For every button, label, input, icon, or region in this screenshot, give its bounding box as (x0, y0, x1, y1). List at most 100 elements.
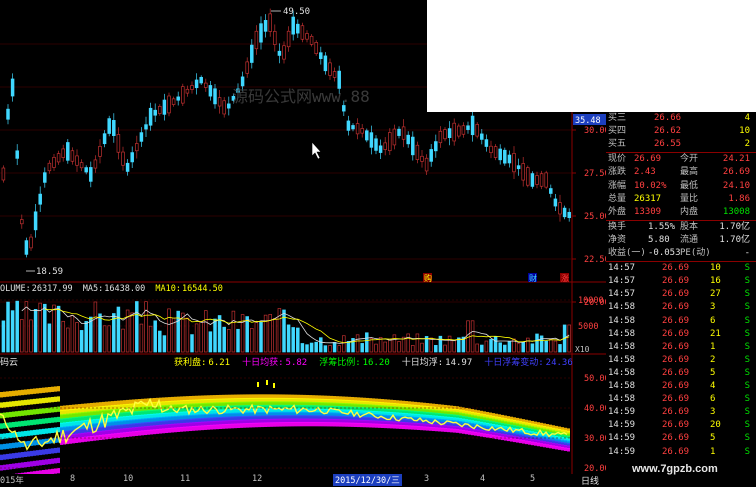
order-book-row[interactable]: 买三 26.66 4 (606, 112, 756, 125)
tick-row[interactable]: 14:58 26.69 4 S (606, 380, 756, 393)
chip-band-cell (531, 441, 534, 446)
tick-row[interactable]: 14:58 26.69 6 S (606, 315, 756, 328)
tick-row[interactable]: 14:57 26.69 16 S (606, 275, 756, 288)
tick-row[interactable]: 14:57 26.69 27 S (606, 288, 756, 301)
candle-body (484, 139, 489, 147)
chip-band-cell (360, 422, 363, 428)
time-axis-label: 5 (530, 474, 536, 484)
tick-direction: S (744, 315, 750, 326)
chip-band-cell (48, 407, 51, 413)
candle-body (562, 207, 567, 218)
order-level-label: 买三 (608, 113, 627, 123)
event-marker-buy[interactable]: 购 (424, 273, 432, 283)
chip-band-cell (15, 411, 18, 417)
order-book-row[interactable]: 买四 26.62 10 (606, 125, 756, 138)
fundamental-row[interactable]: 净资 5.80 流通 1.70亿 (606, 234, 756, 247)
tick-row[interactable]: 14:57 26.69 10 S (606, 262, 756, 275)
quote-stat-row[interactable]: 总量 26317 量比 1.86 (606, 193, 756, 206)
chip-band-cell (27, 389, 30, 395)
period-selector[interactable]: 日线 (581, 474, 599, 487)
chip-band-cell (558, 446, 561, 450)
order-price: 26.66 (654, 113, 682, 123)
candle-body (167, 95, 171, 114)
volume-bar (245, 316, 249, 353)
volume-bar (406, 333, 410, 353)
tick-row[interactable]: 14:58 26.69 2 S (606, 354, 756, 367)
tick-time: 14:59 (608, 407, 636, 418)
chip-band-cell (240, 423, 243, 428)
volume-bar (199, 321, 203, 353)
tick-volume: 1 (710, 341, 716, 352)
candle-body (158, 105, 162, 114)
candle-body (351, 125, 355, 130)
chip-band-cell (102, 434, 105, 440)
chip-band-cell (282, 422, 285, 427)
tick-row[interactable]: 14:58 26.69 6 S (606, 393, 756, 406)
chip-band-cell (33, 460, 36, 467)
chip-band-cell (9, 463, 12, 470)
tick-row[interactable]: 14:58 26.69 21 S (606, 328, 756, 341)
volume-bar (194, 323, 199, 353)
tick-price: 26.69 (662, 263, 690, 274)
quote-stat-row[interactable]: 涨幅 10.02% 最低 24.10 (606, 180, 756, 193)
chip-band-cell (135, 430, 138, 436)
tick-direction: S (744, 407, 750, 418)
fundamental-row[interactable]: 换手 1.55% 股本 1.70亿 (606, 221, 756, 234)
order-book-row[interactable]: 买五 26.55 2 (606, 138, 756, 151)
chip-band-cell (264, 422, 267, 427)
chip-band-cell (36, 419, 39, 425)
quote-stat-row[interactable]: 现价 26.69 今开 24.21 (606, 153, 756, 166)
chip-band-cell (375, 423, 378, 428)
volume-bar (296, 327, 300, 353)
fund-value: - (744, 248, 750, 258)
chip-band-cell (27, 409, 30, 416)
volume-bar (346, 341, 351, 353)
candle-body (392, 128, 397, 146)
volume-bar (47, 323, 52, 353)
chip-band-cell (21, 462, 24, 468)
candle-body (79, 162, 84, 169)
volume-bar (116, 306, 121, 353)
chip-band-cell (27, 461, 30, 467)
tick-row[interactable]: 14:59 26.69 1 S (606, 446, 756, 459)
quote-stat-row[interactable]: 外盘 13309 内盘 13008 (606, 206, 756, 219)
chip-band-cell (387, 424, 390, 429)
candle-body (493, 146, 498, 158)
tick-row[interactable]: 14:59 26.69 3 S (606, 406, 756, 419)
chip-band-cell (0, 423, 3, 429)
volume-bar (392, 334, 397, 353)
tick-row[interactable]: 14:58 26.69 3 S (606, 301, 756, 314)
event-marker-limitup[interactable]: 涨 (561, 273, 569, 283)
chip-band-cell (435, 427, 438, 432)
chip-band-cell (18, 390, 21, 396)
indicator-axis-label: 40.00 (584, 404, 606, 414)
quote-stat-row[interactable]: 涨跌 2.43 最高 26.69 (606, 166, 756, 179)
tick-price: 26.69 (662, 394, 690, 405)
chip-band-cell (24, 461, 27, 468)
tick-volume: 5 (710, 433, 716, 444)
tick-volume: 3 (710, 407, 716, 418)
tick-row[interactable]: 14:58 26.69 5 S (606, 367, 756, 380)
tick-time: 14:58 (608, 394, 636, 405)
chip-band-cell (27, 430, 30, 436)
chip-band-cell (120, 432, 123, 438)
time-axis-label: 11 (180, 474, 191, 484)
tick-row[interactable]: 14:59 26.69 20 S (606, 419, 756, 432)
tick-row[interactable]: 14:59 26.69 5 S (606, 432, 756, 445)
chip-band-cell (354, 422, 357, 427)
chip-band-cell (27, 399, 30, 405)
fundamental-row[interactable]: 收益(一) -0.053 PE(动) - (606, 247, 756, 260)
chip-band-cell (12, 390, 15, 397)
event-marker-finance[interactable]: 财 (529, 273, 537, 283)
chip-band-cell (54, 458, 57, 464)
candle-body (75, 155, 79, 166)
chip-band-cell (39, 460, 42, 466)
tick-row[interactable]: 14:58 26.69 1 S (606, 341, 756, 354)
volume-bar-series (0, 299, 572, 353)
chip-band-cell (201, 425, 204, 431)
candle-body (296, 23, 300, 34)
chip-band-cell (54, 417, 57, 423)
volume-bar (254, 321, 259, 353)
indicator-name[interactable]: 码云 (0, 355, 18, 368)
volume-bar (429, 337, 433, 353)
